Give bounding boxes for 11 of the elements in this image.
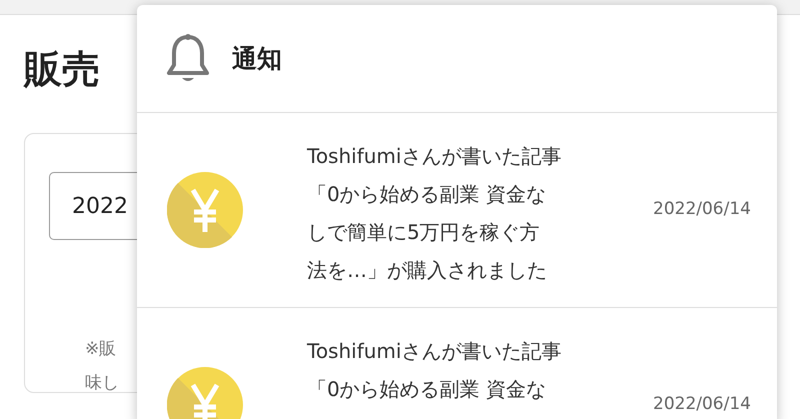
notification-message: Toshifumiさんが書いた記事 「0から始める副業 資金な xyxy=(307,338,562,403)
notification-date: 2022/06/14 xyxy=(653,394,751,414)
note-text: ※販 xyxy=(85,338,116,361)
note-text: 味し xyxy=(85,372,119,395)
notification-message: Toshifumiさんが書いた記事 「0から始める副業 資金な しで簡単に5万円を稼ぐ方 法を…」が購入されました xyxy=(307,143,562,284)
notification-date: 2022/06/14 xyxy=(653,199,751,219)
notification-item[interactable]: Toshifumiさんが書いた記事 「0から始める副業 資金な しで簡単に5万円を稼ぐ方 法を…」が購入されました 2022/06/14 xyxy=(137,113,777,308)
notification-item[interactable]: Toshifumiさんが書いた記事 「0から始める副業 資金な 2022/06/14 xyxy=(137,308,777,419)
panel-title: 通知 xyxy=(232,43,282,75)
page-title: 販売 xyxy=(24,46,100,93)
yen-coin-icon xyxy=(167,172,243,248)
